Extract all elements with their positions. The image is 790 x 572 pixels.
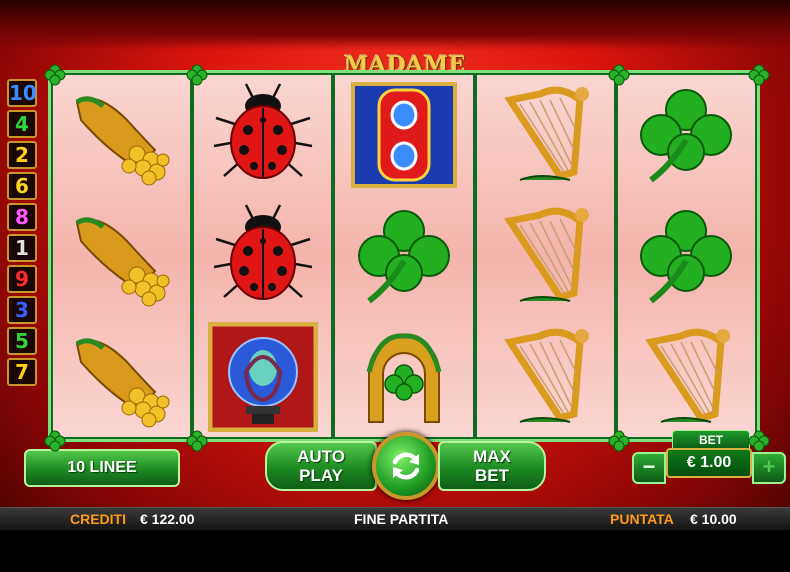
clover-symbol xyxy=(618,75,755,195)
harp-symbol xyxy=(477,196,614,316)
max-bet-label-1: MAX xyxy=(473,447,511,466)
clover-symbol xyxy=(618,196,755,316)
spin-button[interactable] xyxy=(372,432,440,500)
stake-label: PUNTATA xyxy=(610,511,674,527)
credits-value: € 122.00 xyxy=(140,511,195,527)
clover-ornament-icon xyxy=(608,64,630,86)
eight-symbol xyxy=(335,75,472,195)
payline-number: 10 xyxy=(7,79,37,107)
reel-2 xyxy=(194,75,332,437)
clover-ornament-icon xyxy=(186,64,208,86)
ladybug-symbol xyxy=(194,196,331,316)
status-bar: CREDITI € 122.00 FINE PARTITA PUNTATA € … xyxy=(0,507,790,531)
bet-value: € 1.00 xyxy=(666,448,752,478)
payline-number: 1 xyxy=(7,234,37,262)
payline-number: 7 xyxy=(7,358,37,386)
clover-ornament-icon xyxy=(44,64,66,86)
reel-3 xyxy=(335,75,473,437)
clover-ornament-icon xyxy=(608,430,630,452)
payline-number: 9 xyxy=(7,265,37,293)
harp-symbol xyxy=(477,317,614,437)
max-bet-button[interactable]: MAX BET xyxy=(438,441,546,491)
auto-play-label-2: PLAY xyxy=(299,466,343,485)
harp-symbol xyxy=(618,317,755,437)
payline-number: 3 xyxy=(7,296,37,324)
bet-increase-button[interactable]: + xyxy=(752,452,786,484)
reel-4 xyxy=(476,75,614,437)
fortune-teller-symbol xyxy=(194,317,331,437)
cornucopia-symbol xyxy=(53,75,190,195)
auto-play-button[interactable]: AUTO PLAY xyxy=(265,441,377,491)
top-shade xyxy=(0,0,790,50)
payline-number: 2 xyxy=(7,141,37,169)
clover-ornament-icon xyxy=(186,430,208,452)
lines-button[interactable]: 10 LINEE xyxy=(24,449,180,487)
max-bet-label-2: BET xyxy=(475,466,509,485)
payline-number: 8 xyxy=(7,203,37,231)
payline-number: 6 xyxy=(7,172,37,200)
bet-label: BET xyxy=(672,430,750,450)
game-status-message: FINE PARTITA xyxy=(354,511,449,527)
clover-ornament-icon xyxy=(748,430,770,452)
cornucopia-symbol xyxy=(53,317,190,437)
stake-value: € 10.00 xyxy=(690,511,737,527)
harp-symbol xyxy=(477,75,614,195)
clover-ornament-icon xyxy=(44,430,66,452)
ladybug-symbol xyxy=(194,75,331,195)
reels-area xyxy=(53,75,756,437)
reel-5 xyxy=(617,75,756,437)
clover-ornament-icon xyxy=(748,64,770,86)
horseshoe-symbol xyxy=(335,317,472,437)
refresh-icon xyxy=(392,452,420,480)
payline-number: 4 xyxy=(7,110,37,138)
bet-decrease-button[interactable]: − xyxy=(632,452,666,484)
cornucopia-symbol xyxy=(53,196,190,316)
auto-play-label-1: AUTO xyxy=(297,447,345,466)
payline-indicators: 10 4 2 6 8 1 9 3 5 7 xyxy=(7,79,39,389)
payline-number: 5 xyxy=(7,327,37,355)
reel-1 xyxy=(53,75,191,437)
credits-label: CREDITI xyxy=(70,511,126,527)
bottom-bar xyxy=(0,530,790,572)
clover-symbol xyxy=(335,196,472,316)
